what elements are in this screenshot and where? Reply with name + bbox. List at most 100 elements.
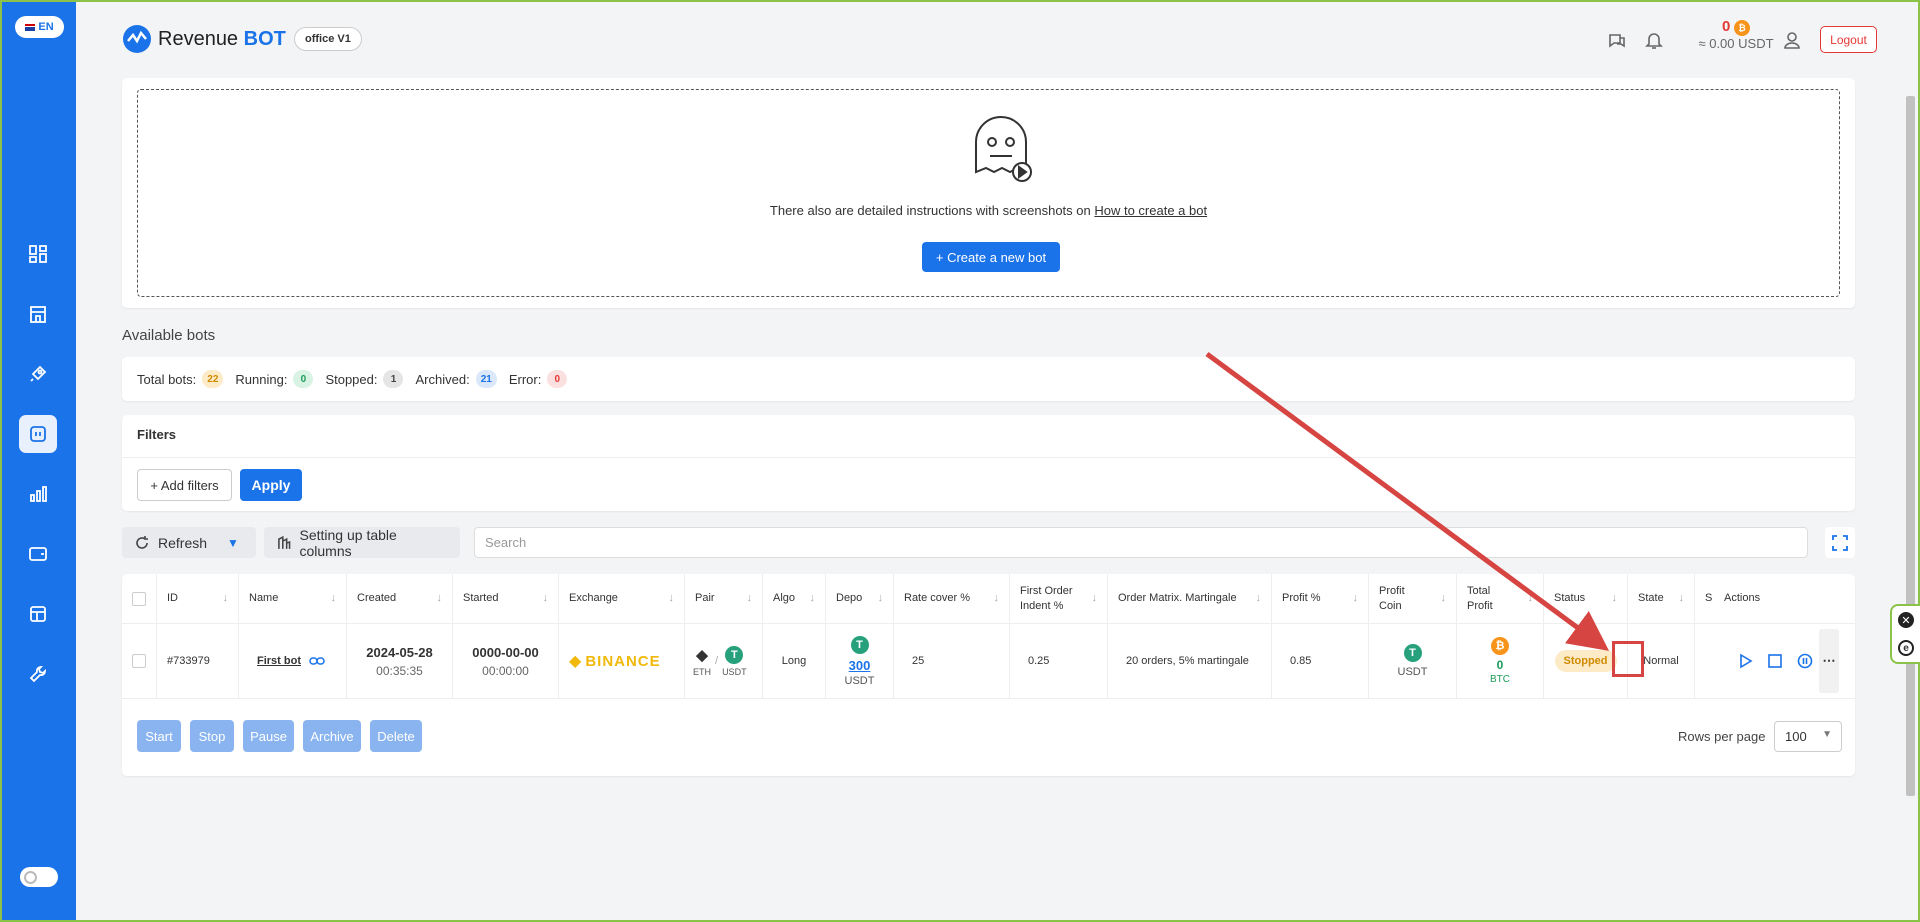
col-rate-cover[interactable]: Rate cover % ↓ <box>894 574 1010 623</box>
eth-icon: ◆ <box>693 645 711 664</box>
add-filters-button[interactable]: + Add filters <box>137 469 232 501</box>
col-algo[interactable]: Algo ↓ <box>763 574 826 623</box>
scrollbar[interactable] <box>1903 82 1917 918</box>
balance-widget[interactable]: 0 ₿ ≈ 0.00 USDT <box>1691 18 1781 51</box>
col-actions: Actions <box>1724 592 1761 604</box>
col-total-profit[interactable]: Total Profit ↓ <box>1457 574 1544 623</box>
table-row[interactable]: #733979 First bot 2024-05-28 00:35:35 00… <box>122 624 1855 699</box>
pause-icon[interactable] <box>1797 653 1813 669</box>
sort-icon: ↓ <box>1255 592 1262 604</box>
profit-pct-cell: 0.85 <box>1272 624 1369 698</box>
exchange-cell: ◆ BINANCE <box>559 624 685 698</box>
bot-stats: Total bots: 22 Running: 0 Stopped: 1 Archiv… <box>122 357 1855 401</box>
col-order-matrix[interactable]: Order Matrix. Martingale ↓ <box>1108 574 1272 623</box>
col-depo[interactable]: Depo ↓ <box>826 574 894 623</box>
create-bot-button[interactable]: + Create a new bot <box>922 242 1060 272</box>
sidebar-item-wallet[interactable] <box>19 535 57 573</box>
bulk-start-button[interactable]: Start <box>137 720 181 752</box>
available-bots-title: Available bots <box>122 327 216 344</box>
instructions-text: There also are detailed instructions wit… <box>769 203 1208 218</box>
wrench-icon <box>29 666 46 683</box>
highlight-box <box>1612 641 1644 677</box>
col-pair[interactable]: Pair ↓ <box>685 574 763 623</box>
col-exchange[interactable]: Exchange ↓ <box>559 574 685 623</box>
total-profit-cell: ₿ 0 BTC <box>1457 624 1544 698</box>
col-name[interactable]: Name ↓ <box>239 574 347 623</box>
started-cell: 0000-00-00 00:00:00 <box>453 624 559 698</box>
sidebar-item-bots[interactable] <box>19 415 57 453</box>
bulk-delete-button[interactable]: Delete <box>370 720 422 752</box>
row-select-cell <box>122 624 157 698</box>
col-s[interactable]: S <box>1695 574 1714 623</box>
more-icon[interactable]: ⋯ <box>1819 629 1839 693</box>
store-icon <box>30 306 46 323</box>
support-chat-icon[interactable] <box>1606 29 1628 51</box>
search-input[interactable]: Search <box>474 527 1808 558</box>
bulk-archive-button[interactable]: Archive <box>303 720 361 752</box>
select-all-checkbox[interactable] <box>132 591 146 606</box>
bots-icon <box>30 426 46 442</box>
extension-logo-icon[interactable]: e <box>1898 640 1914 656</box>
col-started[interactable]: Started ↓ <box>453 574 559 623</box>
how-to-create-link[interactable]: How to create a bot <box>1094 203 1207 218</box>
revenuebot-logo-icon <box>123 25 151 53</box>
sidebar-item-tools[interactable] <box>19 655 57 693</box>
balance-usdt: ≈ 0.00 USDT <box>1698 36 1774 51</box>
sidebar-item-signals[interactable] <box>19 355 57 393</box>
select-all-cell <box>122 574 157 623</box>
sidebar-item-statistics[interactable] <box>19 475 57 513</box>
col-created[interactable]: Created ↓ <box>347 574 453 623</box>
profit-coin-cell: T USDT <box>1369 624 1457 698</box>
divider <box>122 457 1855 458</box>
sort-icon: ↓ <box>330 592 337 604</box>
depo-value[interactable]: 300 <box>849 658 871 673</box>
layout-icon <box>30 606 46 622</box>
bot-name-link[interactable]: First bot <box>257 655 301 667</box>
columns-icon <box>278 535 291 549</box>
bulk-pause-button[interactable]: Pause <box>243 720 294 752</box>
col-profit-pct[interactable]: Profit % ↓ <box>1272 574 1369 623</box>
refresh-button[interactable]: Refresh ▼ <box>122 527 256 558</box>
filters-title: Filters <box>137 427 177 442</box>
play-icon[interactable] <box>1737 653 1753 669</box>
col-state[interactable]: State ↓ <box>1628 574 1695 623</box>
col-first-order-indent[interactable]: First Order Indent % ↓ <box>1010 574 1108 623</box>
sun-icon <box>24 870 37 884</box>
extension-widget[interactable]: ✕ e <box>1890 604 1920 664</box>
binance-logo-icon: ◆ <box>569 653 582 670</box>
first-indent-cell: 0.25 <box>1010 624 1108 698</box>
sort-icon: ↓ <box>542 592 549 604</box>
rows-per-page-select[interactable]: 100 ▼ <box>1774 721 1842 752</box>
sidebar-item-dashboard[interactable] <box>19 235 57 273</box>
actions-cell: ⋯ <box>1695 624 1855 698</box>
col-id[interactable]: ID ↓ <box>157 574 239 623</box>
bulk-stop-button[interactable]: Stop <box>190 720 234 752</box>
language-switcher[interactable]: EN <box>15 16 64 38</box>
col-profit-coin[interactable]: Profit Coin ↓ <box>1369 574 1457 623</box>
sidebar-item-marketplace[interactable] <box>19 295 57 333</box>
caret-down-icon[interactable]: ▼ <box>227 536 239 550</box>
brand-logo[interactable]: Revenue BOT <box>122 24 286 54</box>
theme-toggle[interactable] <box>20 867 58 887</box>
bitcoin-icon: ₿ <box>1491 637 1509 655</box>
bots-table: ID ↓ Name ↓ Created ↓ Started ↓ Exchange ↓ Pa… <box>122 574 1855 776</box>
wallet-icon <box>29 547 47 561</box>
stat-running: Running: 0 <box>235 370 314 388</box>
user-icon[interactable] <box>1781 29 1803 51</box>
sort-icon: ↓ <box>1527 592 1534 604</box>
apply-button[interactable]: Apply <box>240 469 302 501</box>
row-checkbox[interactable] <box>132 654 146 668</box>
sidebar: EN <box>2 2 76 920</box>
scroll-thumb[interactable] <box>1906 96 1915 796</box>
col-status[interactable]: Status ↓ <box>1544 574 1628 623</box>
fullscreen-button[interactable] <box>1825 527 1855 558</box>
office-badge[interactable]: office V1 <box>294 27 362 51</box>
link-icon[interactable] <box>309 656 325 666</box>
logout-button[interactable]: Logout <box>1820 26 1877 53</box>
sidebar-item-templates[interactable] <box>19 595 57 633</box>
close-icon[interactable]: ✕ <box>1898 612 1914 628</box>
table-columns-button[interactable]: Setting up table columns <box>264 527 460 559</box>
bell-icon[interactable] <box>1643 29 1665 51</box>
rocket-icon <box>30 365 47 382</box>
stop-icon[interactable] <box>1767 653 1783 669</box>
